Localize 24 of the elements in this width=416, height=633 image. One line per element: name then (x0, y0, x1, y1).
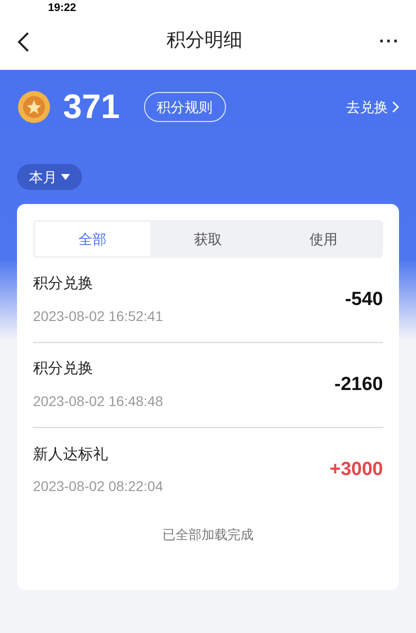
filter-tab[interactable]: 获取 (150, 222, 266, 256)
dropdown-icon (61, 174, 70, 180)
status-time: 19:22 (48, 2, 76, 14)
record-title: 积分兑换 (33, 359, 94, 380)
record-time: 2023-08-02 08:22:04 (33, 477, 163, 496)
exchange-link[interactable]: 去兑换 (346, 96, 399, 118)
rules-button[interactable]: 积分规则 (144, 92, 226, 122)
points-total: 371 (63, 90, 120, 124)
record-amount: +3000 (330, 458, 383, 482)
record-amount: -2160 (334, 372, 383, 397)
filter-tab[interactable]: 使用 (266, 222, 381, 256)
record-time: 2023-08-02 16:48:48 (33, 392, 163, 411)
star-coin-icon (17, 90, 51, 124)
record-title: 积分兑换 (33, 274, 94, 294)
filter-tab[interactable]: 全部 (35, 222, 150, 256)
page-title: 积分明细 (166, 29, 242, 54)
chevron-right-icon (392, 101, 399, 113)
month-filter[interactable]: 本月 (17, 164, 82, 190)
back-icon[interactable] (16, 30, 30, 52)
more-button[interactable]: ··· (379, 28, 400, 55)
record-amount: -540 (344, 288, 383, 312)
end-of-list-text: 已全部加载完成 (162, 526, 254, 544)
record-time: 2023-08-02 16:52:41 (33, 306, 163, 326)
record-title: 新人达标礼 (33, 444, 109, 465)
